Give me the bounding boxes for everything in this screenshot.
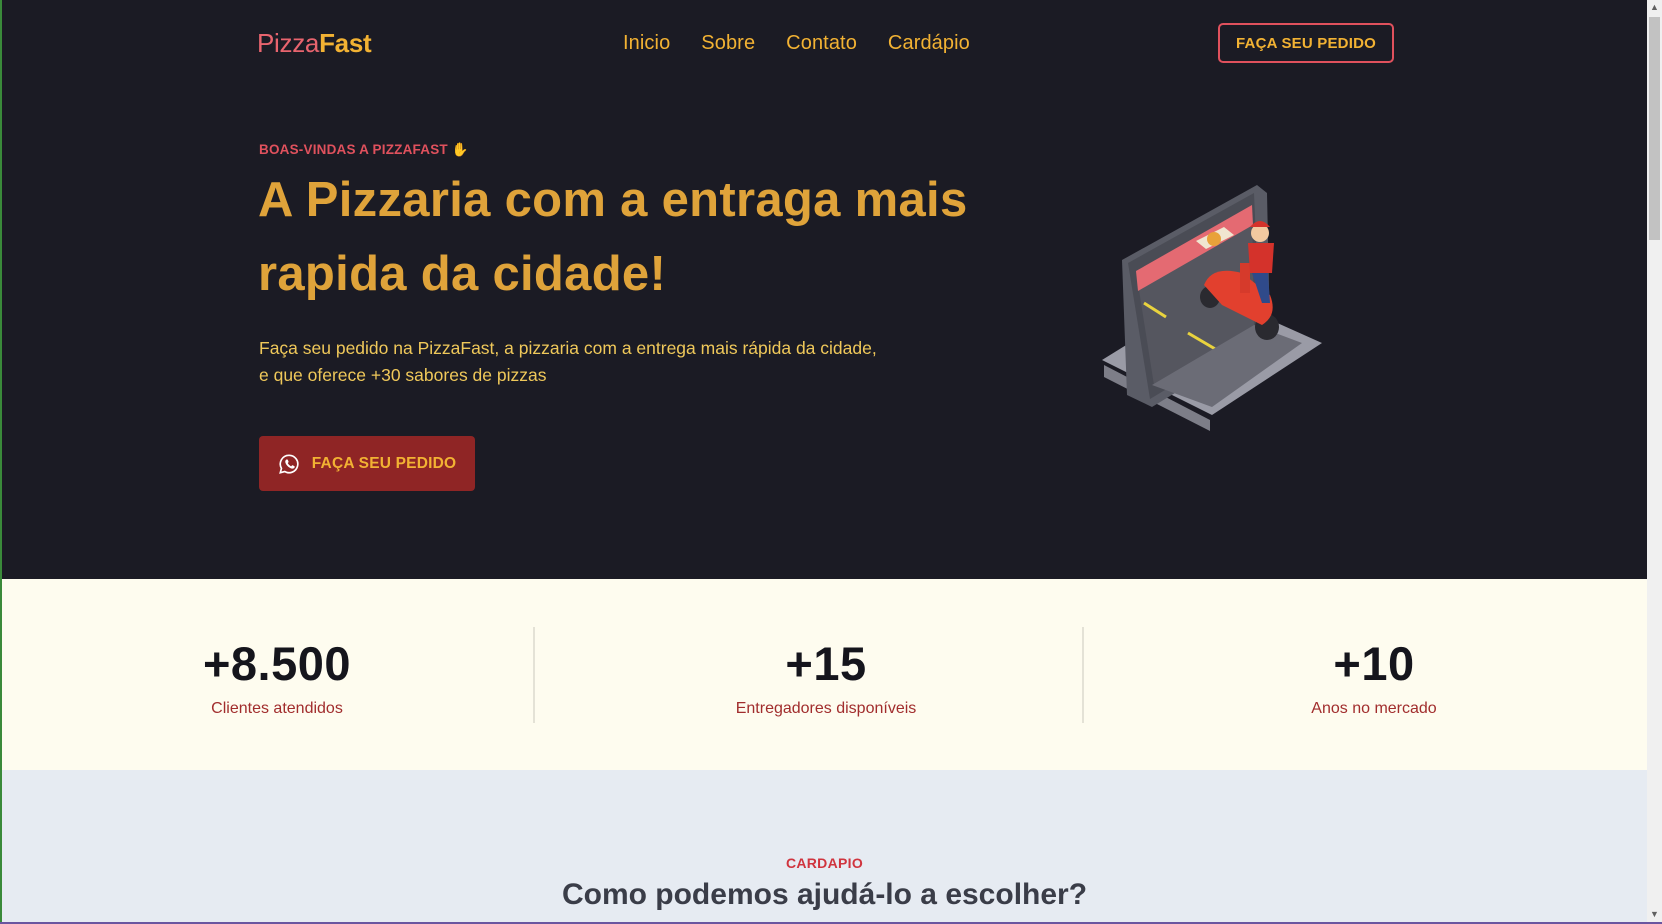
main-nav: Inicio Sobre Contato Cardápio	[623, 32, 1001, 55]
brand-logo-part2: Fast	[319, 28, 372, 58]
nav-item-cardapio[interactable]: Cardápio	[888, 32, 970, 55]
menu-section-kicker: CARDAPIO	[785, 855, 864, 871]
menu-section-title: Como podemos ajudá-lo a escolher?	[561, 878, 1088, 911]
hero-order-button-label: FAÇA SEU PEDIDO	[311, 454, 457, 472]
stat-divider	[1082, 627, 1084, 723]
hero-order-button[interactable]: FAÇA SEU PEDIDO	[259, 436, 475, 491]
stat-value: +15	[785, 637, 867, 690]
page: PizzaFast Inicio Sobre Contato Cardápio …	[0, 0, 1662, 924]
stats-section: +8.500 Clientes atendidos +15 Entregador…	[2, 579, 1647, 770]
menu-section: CARDAPIO Como podemos ajudá-lo a escolhe…	[2, 770, 1647, 924]
header-order-button[interactable]: FAÇA SEU PEDIDO	[1218, 23, 1394, 63]
hero-description: Faça seu pedido na PizzaFast, a pizzaria…	[259, 335, 899, 389]
nav-item-contato[interactable]: Contato	[786, 32, 857, 55]
scroll-down-icon[interactable]: ▼	[1647, 907, 1662, 922]
hero-eyebrow-text: BOAS-VINDAS A PIZZAFAST	[259, 142, 448, 157]
stat-anos: +10 Anos no mercado	[1224, 640, 1524, 718]
waving-hand-icon: ✋	[451, 142, 469, 157]
hero-description-line2: e que oferece +30 sabores de pizzas	[259, 365, 547, 385]
scrollbar-thumb[interactable]	[1649, 17, 1660, 240]
hero-description-line1: Faça seu pedido na PizzaFast, a pizzaria…	[259, 338, 877, 358]
brand-logo-part1: Pizza	[257, 28, 320, 58]
hero-section: PizzaFast Inicio Sobre Contato Cardápio …	[2, 0, 1647, 579]
stat-label: Entregadores disponíveis	[735, 700, 917, 717]
delivery-scooter-phone-illustration	[1102, 185, 1322, 431]
stat-entregadores: +15 Entregadores disponíveis	[676, 640, 976, 718]
stat-clientes: +8.500 Clientes atendidos	[127, 640, 427, 718]
stat-label: Anos no mercado	[1311, 700, 1437, 717]
nav-item-sobre[interactable]: Sobre	[701, 32, 755, 55]
whatsapp-icon	[278, 453, 299, 474]
stat-value: +8.500	[202, 637, 352, 690]
scroll-up-icon[interactable]: ▲	[1647, 0, 1662, 15]
hero-eyebrow: BOAS-VINDAS A PIZZAFAST ✋	[259, 142, 469, 158]
nav-item-inicio[interactable]: Inicio	[623, 32, 670, 55]
stat-divider	[533, 627, 535, 723]
hero-headline-line1: A Pizzaria com a entraga mais	[258, 173, 968, 227]
stat-value: +10	[1333, 637, 1415, 690]
page-scrollbar[interactable]: ▲ ▼	[1647, 0, 1662, 924]
stat-label: Clientes atendidos	[211, 700, 343, 717]
hero-headline: A Pizzaria com a entraga mais rapida da …	[258, 163, 1018, 311]
brand-logo[interactable]: PizzaFast	[257, 28, 372, 59]
hero-headline-line2: rapida da cidade!	[258, 247, 667, 301]
